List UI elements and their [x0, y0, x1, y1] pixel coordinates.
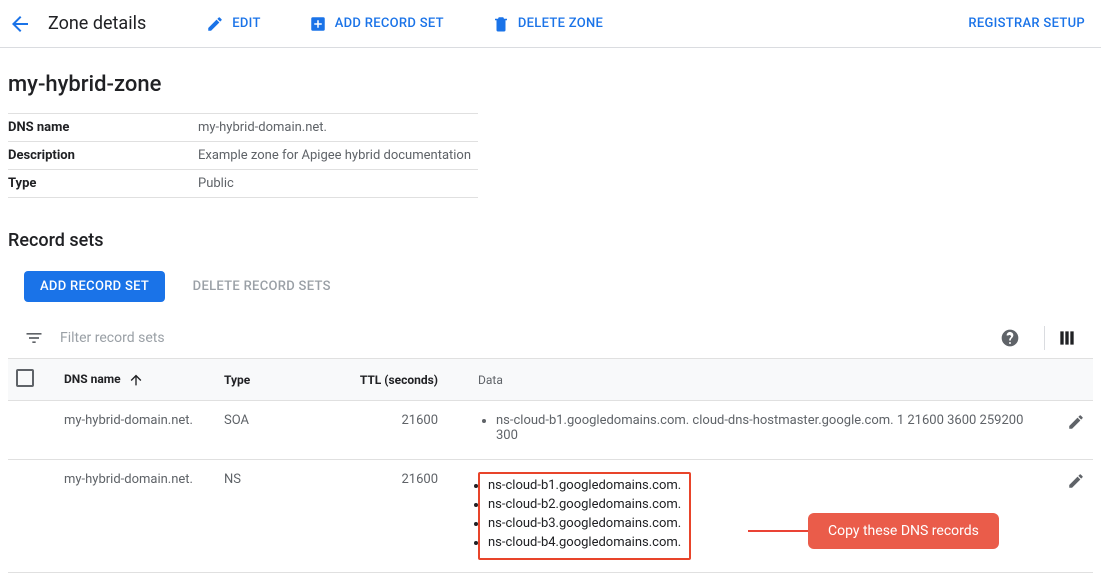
cell-type: SOA — [216, 401, 326, 460]
delete-record-sets-button[interactable]: DELETE RECORD SETS — [185, 271, 339, 302]
add-record-set-top-label: ADD RECORD SET — [335, 16, 444, 31]
delete-zone-button[interactable]: DELETE ZONE — [480, 7, 615, 41]
meta-description-label: Description — [8, 142, 198, 170]
meta-dns-name-label: DNS name — [8, 114, 198, 142]
add-box-icon — [309, 15, 327, 33]
data-list-item: ns-cloud-b2.googledomains.com. — [488, 497, 681, 512]
divider — [1044, 326, 1045, 350]
annotation-callout: Copy these DNS records — [748, 513, 999, 549]
trash-icon — [492, 15, 510, 33]
data-list-item: ns-cloud-b1.googledomains.com. cloud-dns… — [496, 413, 1025, 443]
back-arrow-icon[interactable] — [8, 12, 32, 36]
cell-dns-name: my-hybrid-domain.net. — [56, 460, 216, 573]
meta-dns-name-value: my-hybrid-domain.net. — [198, 114, 478, 142]
help-icon[interactable] — [1000, 328, 1020, 348]
edit-button[interactable]: EDIT — [194, 7, 272, 41]
cell-data: ns-cloud-b1.googledomains.com. cloud-dns… — [446, 401, 1033, 460]
cell-type: NS — [216, 460, 326, 573]
zone-name: my-hybrid-zone — [8, 72, 1093, 97]
delete-zone-label: DELETE ZONE — [518, 16, 603, 31]
data-list-item: ns-cloud-b4.googledomains.com. — [488, 535, 681, 550]
cell-ttl: 21600 — [326, 460, 446, 573]
meta-type-label: Type — [8, 170, 198, 198]
filter-icon[interactable] — [24, 328, 44, 348]
data-list-item: ns-cloud-b3.googledomains.com. — [488, 516, 681, 531]
edit-row-icon[interactable] — [1067, 413, 1085, 431]
add-record-set-button[interactable]: ADD RECORD SET — [24, 271, 165, 302]
page-title: Zone details — [48, 13, 146, 34]
header-data: Data — [446, 359, 1033, 401]
header-ttl[interactable]: TTL (seconds) — [326, 359, 446, 401]
registrar-setup-button[interactable]: REGISTRAR SETUP — [968, 16, 1085, 31]
meta-type-value: Public — [198, 170, 478, 198]
cell-dns-name: my-hybrid-domain.net. — [56, 401, 216, 460]
meta-description-value: Example zone for Apigee hybrid documenta… — [198, 142, 478, 170]
callout-text: Copy these DNS records — [808, 513, 999, 549]
callout-connector — [748, 530, 808, 532]
edit-row-icon[interactable] — [1067, 472, 1085, 490]
record-sets-title: Record sets — [8, 230, 1093, 251]
pencil-icon — [206, 15, 224, 33]
sort-arrow-up-icon — [128, 372, 144, 388]
columns-icon[interactable] — [1057, 328, 1077, 348]
edit-button-label: EDIT — [232, 16, 260, 31]
table-row: my-hybrid-domain.net.SOA21600 ns-cloud-b1… — [8, 401, 1093, 460]
select-all-checkbox[interactable] — [16, 369, 34, 387]
add-record-set-top-button[interactable]: ADD RECORD SET — [297, 7, 456, 41]
header-type[interactable]: Type — [216, 359, 326, 401]
filter-input[interactable] — [60, 330, 1000, 346]
cell-ttl: 21600 — [326, 401, 446, 460]
data-list-item: ns-cloud-b1.googledomains.com. — [488, 478, 681, 493]
header-dns-name[interactable]: DNS name — [64, 372, 121, 386]
zone-meta-table: DNS name my-hybrid-domain.net. Descripti… — [8, 113, 478, 198]
